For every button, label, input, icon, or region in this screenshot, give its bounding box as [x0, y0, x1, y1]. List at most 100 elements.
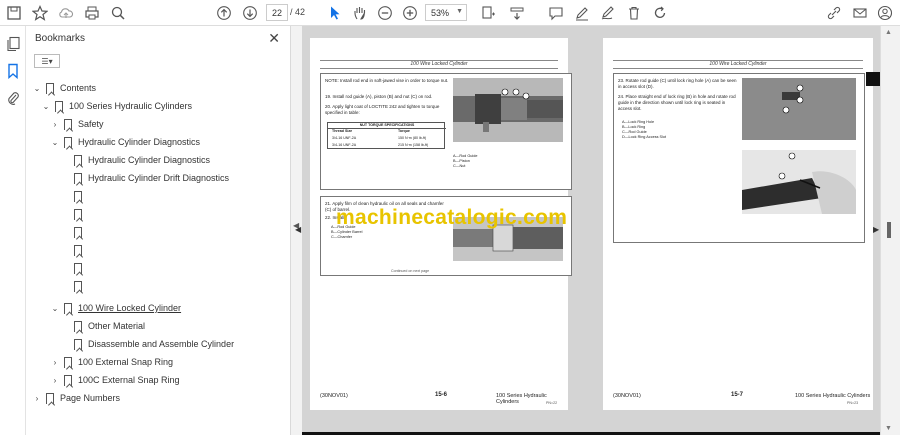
footer-page-ref: PN=22: [546, 401, 558, 405]
legend-item: D—Lock Ring Access Slot: [622, 135, 667, 139]
draw-freehand-icon[interactable]: [598, 3, 618, 23]
bookmarks-panel-icon[interactable]: [5, 63, 21, 80]
chevron-icon[interactable]: ›: [50, 376, 60, 385]
step-23-text: 23. Rotate rod guide (C) until lock ring…: [618, 78, 737, 89]
chevron-icon[interactable]: ›: [50, 120, 60, 129]
page-thumbnails-icon[interactable]: [5, 36, 21, 52]
bookmark-item[interactable]: › Page Numbers: [32, 389, 120, 407]
bookmark-label: Other Material: [88, 321, 146, 331]
page-number-input[interactable]: 22: [266, 4, 288, 21]
scroll-down-icon[interactable]: ▼: [885, 425, 892, 432]
legend-item: C—Chamfer: [331, 235, 353, 239]
photo-legend: A—Lock Ring Hole B—Lock Ring C—Rod Guide…: [622, 120, 722, 140]
photo-legend: A—Rod Guide B—Piston C—Nut: [453, 154, 553, 169]
bookmark-item[interactable]: [60, 259, 88, 277]
zoom-search-icon[interactable]: [108, 3, 128, 23]
bookmark-label: Hydraulic Cylinder Drift Diagnostics: [88, 173, 230, 183]
bookmark-item[interactable]: Hydraulic Cylinder Drift Diagnostics: [60, 169, 229, 187]
bookmark-icon: [74, 190, 82, 202]
zoom-out-icon[interactable]: [375, 3, 395, 23]
select-cursor-icon[interactable]: [325, 3, 345, 23]
table-cell: 3/4-16 UNF-2A: [332, 136, 357, 140]
header-rule: [613, 68, 863, 69]
page-edge-tab: [866, 72, 880, 86]
bookmark-icon: [64, 118, 72, 130]
next-page-icon[interactable]: [240, 3, 260, 23]
bookmark-star-icon[interactable]: [30, 3, 50, 23]
bookmark-icon: [74, 154, 82, 166]
zoom-level-select[interactable]: 53% ▼: [425, 4, 467, 21]
attachments-paperclip-icon[interactable]: [5, 90, 21, 106]
undo-rotate-icon[interactable]: [650, 3, 670, 23]
previous-page-icon[interactable]: [214, 3, 234, 23]
step-24-text: 24. Place straight end of lock ring (B) …: [618, 94, 736, 111]
bookmark-item[interactable]: › Safety: [50, 115, 104, 133]
chevron-icon[interactable]: ›: [50, 358, 60, 367]
bookmark-label: Page Numbers: [60, 393, 121, 403]
bookmark-item[interactable]: ⌄ Contents: [32, 79, 96, 97]
bookmark-icon: [74, 244, 82, 256]
bookmark-icon: [55, 100, 63, 112]
rod-assembly-photo: [453, 78, 563, 142]
save-icon[interactable]: [4, 3, 24, 23]
bookmark-icon: [74, 262, 82, 274]
fit-page-icon[interactable]: [478, 3, 498, 23]
highlight-pen-icon[interactable]: [572, 3, 592, 23]
previous-page-arrow-icon[interactable]: ◀: [295, 225, 301, 234]
chevron-icon[interactable]: ⌄: [50, 304, 60, 313]
chevron-icon[interactable]: ⌄: [50, 138, 60, 147]
continued-text: Continued on next page: [391, 269, 430, 273]
bookmark-label: 100 Series Hydraulic Cylinders: [69, 101, 193, 111]
bookmark-item[interactable]: [60, 205, 88, 223]
upload-cloud-icon[interactable]: [56, 3, 76, 23]
footer-code: (30NOV01): [613, 393, 641, 399]
hand-tool-icon[interactable]: [350, 3, 370, 23]
bookmark-item[interactable]: [60, 241, 88, 259]
bookmark-icon: [46, 392, 54, 404]
bookmark-label: 100 Wire Locked Cylinder: [78, 303, 182, 313]
step-20-text: 20. Apply light coat of LOCTITE 242 and …: [325, 104, 440, 115]
chevron-icon[interactable]: ›: [32, 394, 42, 403]
footer-code: (30NOV01): [320, 393, 348, 399]
scroll-mode-icon[interactable]: [507, 3, 527, 23]
page-15-7: 100 Wire Locked Cylinder 23. Rotate rod …: [603, 38, 873, 410]
bookmark-item[interactable]: [60, 187, 88, 205]
bookmark-item[interactable]: ⌄ 100 Series Hydraulic Cylinders: [41, 97, 192, 115]
footer-page-ref: PN=23: [847, 401, 859, 405]
procedure-panel-1: NOTE: Install rod end in soft-jawed vise…: [320, 73, 572, 190]
bookmark-item[interactable]: [60, 223, 88, 241]
bookmark-item[interactable]: ⌄ 100 Wire Locked Cylinder: [50, 299, 181, 317]
delete-trash-icon[interactable]: [624, 3, 644, 23]
vertical-scrollbar[interactable]: ▲ ▼: [880, 26, 900, 435]
chevron-icon[interactable]: ⌄: [41, 102, 51, 111]
bookmark-item[interactable]: Hydraulic Cylinder Diagnostics: [60, 151, 210, 169]
scrollbar-thumb[interactable]: [887, 222, 891, 238]
bookmark-item[interactable]: Other Material: [60, 317, 145, 335]
bookmark-item[interactable]: ⌄ Hydraulic Cylinder Diagnostics: [50, 133, 200, 151]
print-icon[interactable]: [82, 3, 102, 23]
account-user-icon[interactable]: [875, 3, 895, 23]
comment-icon[interactable]: [546, 3, 566, 23]
close-icon[interactable]: ✕: [268, 30, 280, 47]
bookmark-icon: [74, 338, 82, 350]
scroll-up-icon[interactable]: ▲: [885, 29, 892, 36]
bookmark-item[interactable]: Disassemble and Assemble Cylinder: [60, 335, 234, 353]
share-link-icon[interactable]: [824, 3, 844, 23]
legend-item: C—Nut: [453, 164, 466, 168]
chevron-icon[interactable]: ⌄: [32, 84, 42, 93]
running-header: 100 Wire Locked Cylinder: [709, 61, 767, 67]
bookmark-icon: [74, 226, 82, 238]
header-rule: [320, 68, 558, 69]
email-icon[interactable]: [850, 3, 870, 23]
bookmark-item[interactable]: › 100 External Snap Ring: [50, 353, 173, 371]
bookmark-options-button[interactable]: ☰▾: [34, 54, 60, 68]
document-viewer[interactable]: 100 Wire Locked Cylinder NOTE: Install r…: [295, 26, 880, 435]
next-page-arrow-icon[interactable]: ▶: [873, 225, 879, 234]
table-cell: 150 N·m (80 lb-ft): [398, 136, 427, 140]
bookmark-label: Hydraulic Cylinder Diagnostics: [78, 137, 201, 147]
bookmark-item[interactable]: [60, 277, 88, 295]
zoom-in-icon[interactable]: [400, 3, 420, 23]
footer-title: 100 Series Hydraulic Cylinders: [795, 393, 871, 399]
bookmark-icon: [64, 374, 72, 386]
bookmark-item[interactable]: › 100C External Snap Ring: [50, 371, 180, 389]
